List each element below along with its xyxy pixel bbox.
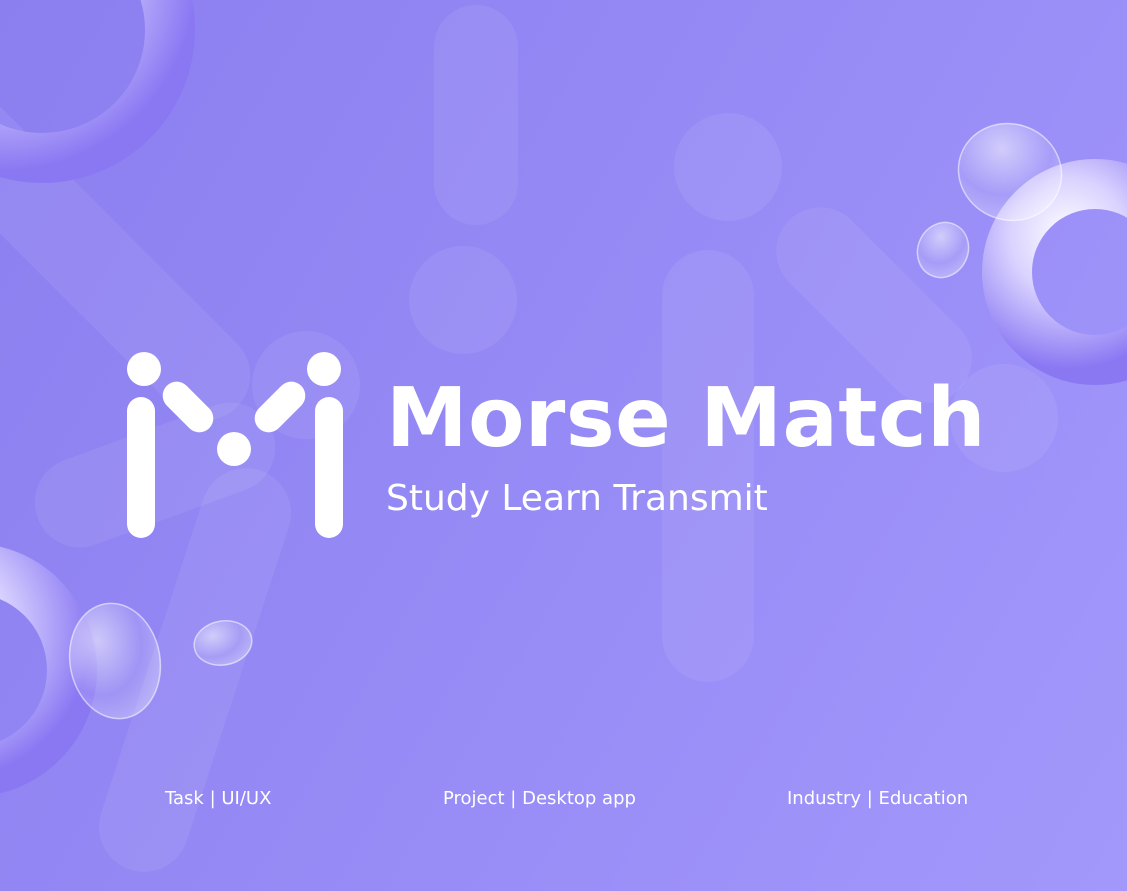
cover-page: Morse Match Study Learn Transmit Task | … <box>0 0 1127 891</box>
ring-bottom-left <box>0 546 97 794</box>
brand-title: Morse Match <box>386 371 986 466</box>
bubble-right-small <box>916 221 970 279</box>
info-task: Task | UI/UX <box>165 788 272 809</box>
info-project: Project | Desktop app <box>443 788 636 809</box>
brand-tagline: Study Learn Transmit <box>386 478 768 519</box>
morse-m-logo-icon <box>127 352 343 538</box>
ring-top-left <box>0 0 195 183</box>
info-industry: Industry | Education <box>787 788 969 809</box>
